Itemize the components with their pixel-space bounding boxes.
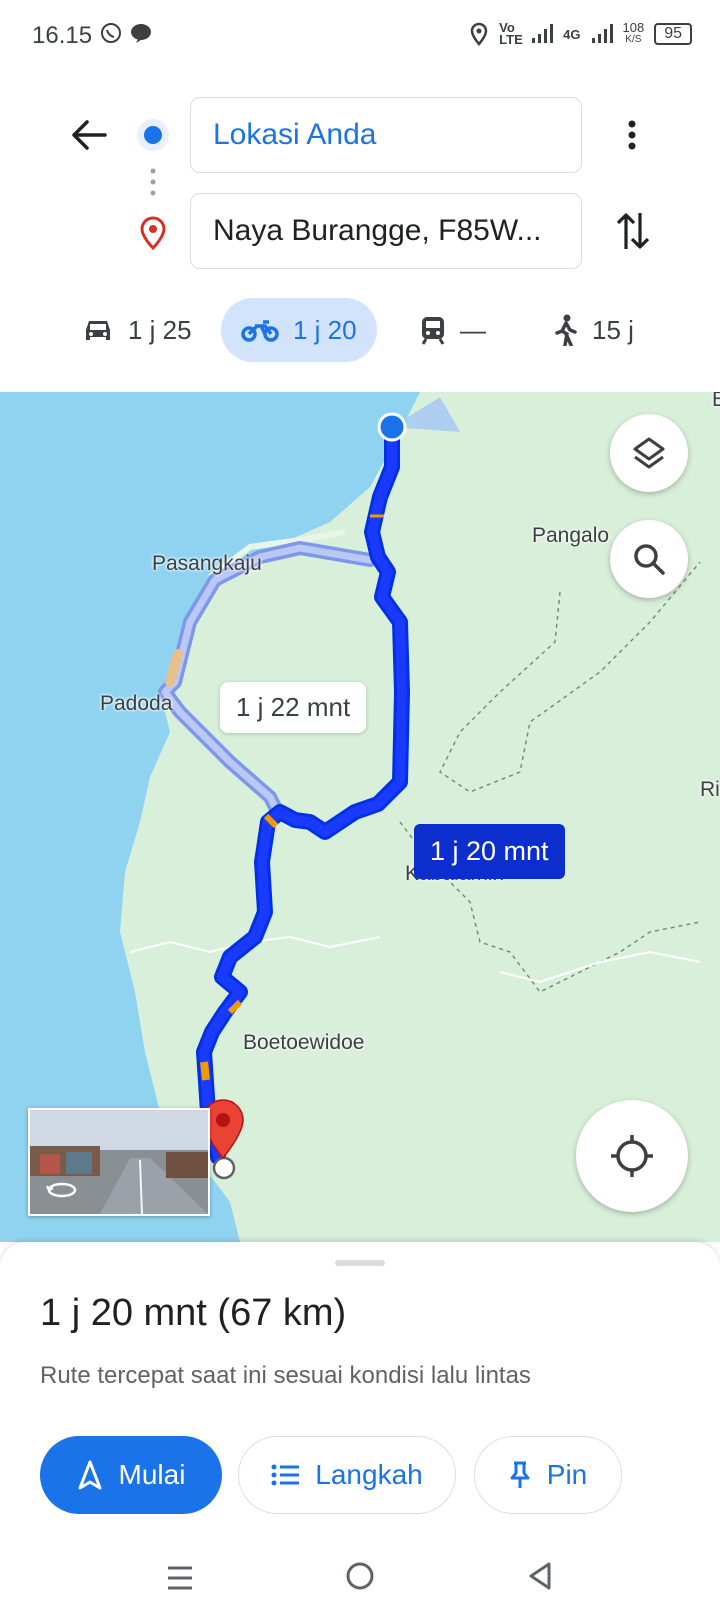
nav-back-button[interactable]: [520, 1556, 560, 1596]
search-button[interactable]: [610, 520, 688, 598]
place-label-e: E: [712, 392, 720, 411]
list-icon: [271, 1464, 300, 1486]
origin-location-dot: [377, 412, 407, 442]
nav-menu-button[interactable]: [160, 1558, 200, 1598]
origin-dot-icon: [137, 119, 169, 151]
mode-driving-label: 1 j 25: [128, 314, 192, 345]
start-button-label: Mulai: [118, 1459, 186, 1490]
system-navigation-bar: [0, 1540, 720, 1612]
place-label-boetoewidoe: Boetoewidoe: [243, 1031, 365, 1054]
line-icon: [131, 24, 151, 43]
status-bar: 16.15 Vo LTE 4G 108 K/S 95: [0, 0, 720, 72]
signal-icon-2: [591, 24, 613, 43]
swap-button[interactable]: [608, 206, 658, 256]
network-type: 4G: [563, 26, 581, 42]
mode-transit-label: —: [460, 314, 486, 345]
mode-driving[interactable]: 1 j 25: [82, 298, 192, 362]
place-label-ri: Ri: [700, 778, 720, 801]
more-vert-icon: [628, 120, 636, 150]
back-button[interactable]: [62, 108, 116, 162]
status-time: 16.15: [32, 22, 93, 49]
selected-route-label[interactable]: 1 j 20 mnt: [414, 824, 565, 879]
destination-marker-dot: [216, 1113, 230, 1127]
motorcycle-icon: [241, 320, 279, 342]
sheet-drag-handle[interactable]: [335, 1260, 385, 1266]
mode-walking[interactable]: 15 j: [554, 298, 634, 362]
my-location-button[interactable]: [576, 1100, 688, 1212]
location-icon: [470, 22, 488, 46]
status-indicators: Vo LTE 4G 108 K/S 95: [469, 20, 692, 47]
pin-icon: [510, 1461, 530, 1488]
back-triangle-icon: [529, 1562, 551, 1590]
place-label-pangalo: Pangalo: [532, 524, 610, 547]
destination-input[interactable]: Naya Burangge, F85W...: [190, 193, 582, 269]
speed-indicator: 108 K/S: [622, 20, 645, 46]
pin-button-label: Pin: [546, 1459, 588, 1490]
home-circle-icon: [346, 1562, 374, 1590]
route-duration-distance: 1 j 20 mnt (67 km): [40, 1292, 347, 1334]
car-icon: [86, 321, 110, 340]
nav-home-button[interactable]: [340, 1556, 380, 1596]
start-navigation-button[interactable]: Mulai: [40, 1436, 222, 1514]
alternate-route-label[interactable]: 1 j 22 mnt: [220, 682, 367, 733]
pin-button[interactable]: Pin: [474, 1436, 622, 1514]
more-options-button[interactable]: [612, 110, 652, 160]
origin-input[interactable]: Lokasi Anda: [190, 97, 582, 173]
steps-button-label: Langkah: [315, 1459, 423, 1490]
destination-pin-icon: [140, 216, 166, 250]
place-label-padoda: Padoda: [100, 692, 173, 715]
status-app-icons: [100, 22, 152, 44]
walk-icon: [555, 314, 577, 346]
map-view[interactable]: Pasangkaju Padoda Pangalo Kabalamin Boet…: [0, 392, 720, 1242]
speed-unit: K/S: [625, 34, 642, 45]
route-dots-icon: [150, 168, 156, 196]
menu-icon: [168, 1566, 192, 1590]
signal-icon: [532, 24, 554, 43]
arrow-back-icon: [72, 120, 107, 150]
search-icon: [634, 544, 665, 575]
mode-walking-label: 15 j: [592, 314, 634, 345]
place-label-pasangkaju: Pasangkaju: [152, 552, 262, 575]
steps-button[interactable]: Langkah: [238, 1436, 456, 1514]
my-location-icon: [611, 1135, 653, 1177]
battery-indicator: 95: [654, 23, 692, 45]
rotate-360-icon: [46, 1182, 77, 1198]
layers-button[interactable]: [610, 414, 688, 492]
destination-endpoint: [212, 1156, 236, 1180]
mode-motorcycle[interactable]: 1 j 20: [221, 298, 377, 362]
street-view-thumbnail[interactable]: [28, 1108, 210, 1216]
swap-vert-icon: [616, 213, 650, 249]
mode-transit[interactable]: —: [420, 298, 486, 362]
whatsapp-icon: [101, 23, 121, 43]
speed-value: 108: [622, 20, 645, 35]
volte-indicator: Vo LTE: [499, 20, 523, 47]
mode-motorcycle-label: 1 j 20: [293, 314, 357, 345]
route-description: Rute tercepat saat ini sesuai kondisi la…: [40, 1362, 531, 1389]
train-icon: [421, 317, 445, 345]
traffic-segment-3: [200, 1061, 210, 1081]
navigation-arrow-icon: [78, 1460, 102, 1490]
layers-icon: [633, 437, 665, 469]
